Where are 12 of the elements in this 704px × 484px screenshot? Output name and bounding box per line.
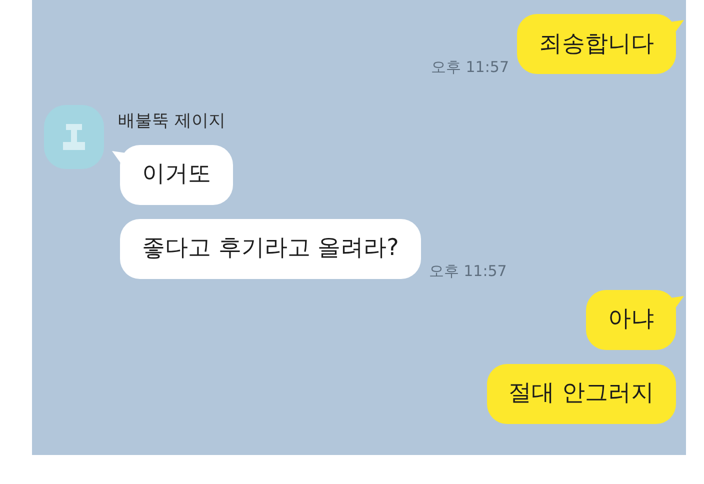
bubble-tail	[670, 296, 684, 310]
message-bubble: 좋다고 후기라고 올려라?	[120, 218, 421, 278]
bubble-tail	[112, 150, 126, 164]
message-bubble: 절대 안그러지	[486, 364, 676, 424]
avatar-icon	[63, 124, 85, 150]
message-time: 오후 11:57	[428, 261, 507, 282]
bubble-tail	[670, 20, 684, 34]
message-bubble: 이거또	[120, 144, 233, 204]
message-bubble: 죄송합니다	[517, 14, 676, 74]
message-bubble: 아냐	[586, 290, 676, 350]
sender-name: 배불뚝 제이지	[118, 110, 226, 133]
message-time: 오후 11:57	[431, 56, 509, 78]
